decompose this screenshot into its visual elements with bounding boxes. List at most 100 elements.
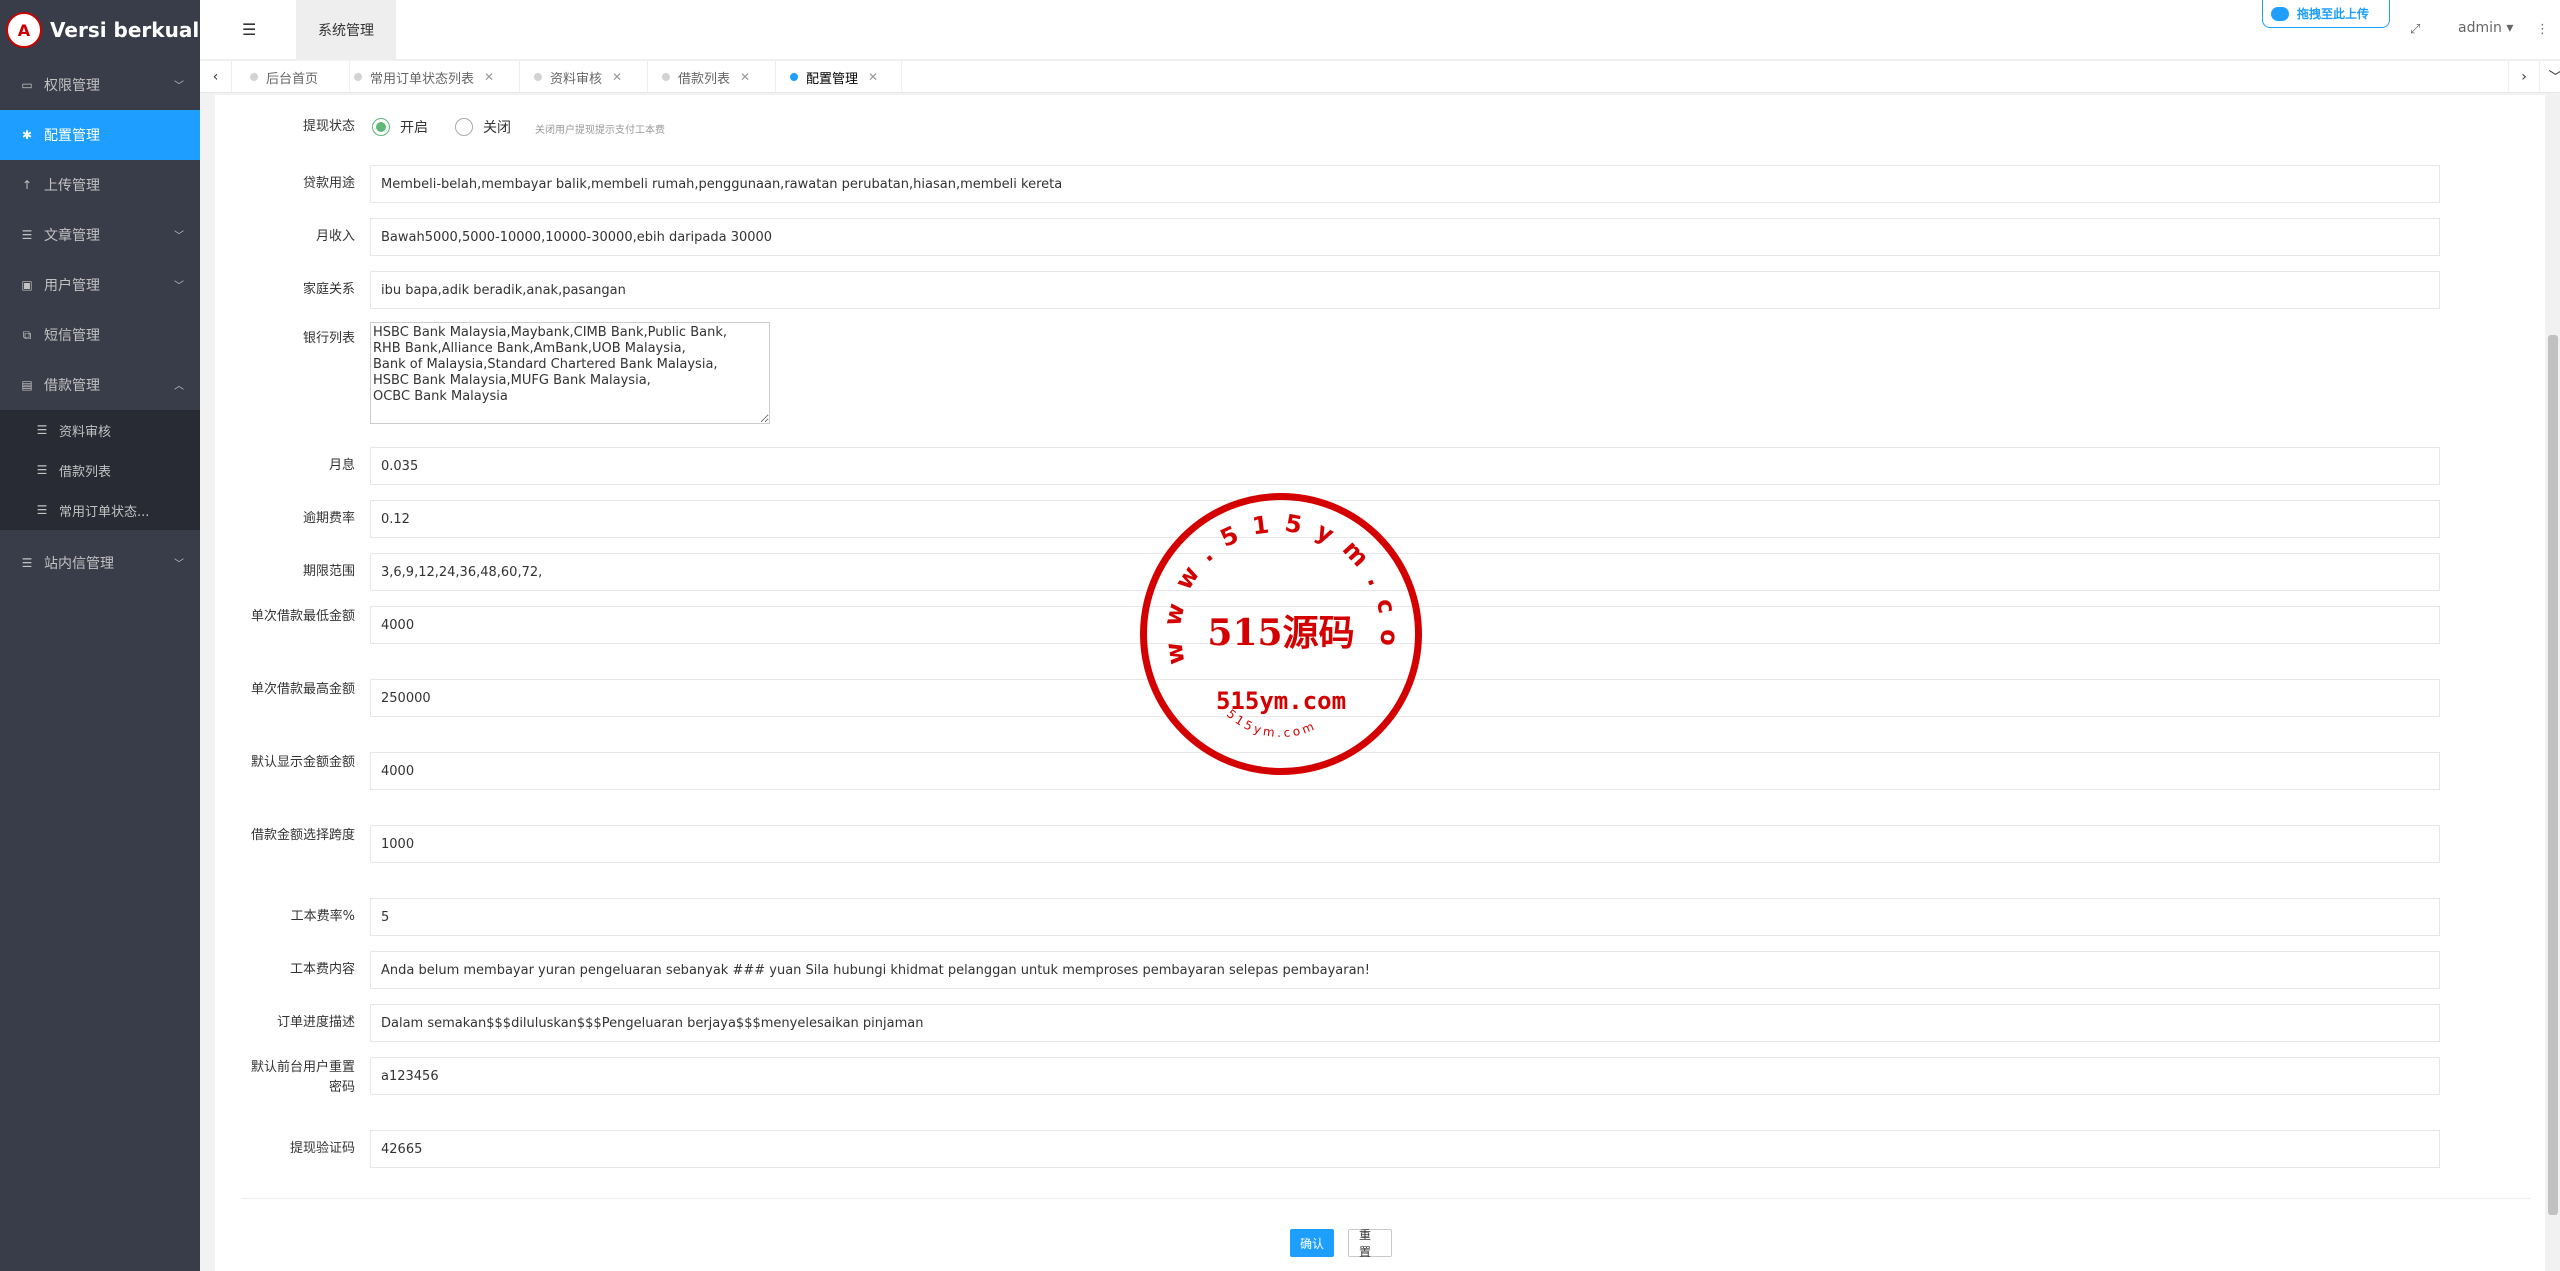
sidebar-subitem-label: 借款列表 <box>59 464 112 480</box>
monthly-interest-input[interactable] <box>370 447 2440 485</box>
reset-password-input[interactable] <box>370 1057 2440 1095</box>
tab-home[interactable]: 后台首页 <box>250 61 350 93</box>
sidebar-subitem-order-status[interactable]: ☰ 常用订单状态... <box>0 490 200 530</box>
withdraw-hint: 关闭用户提现提示支付工本费 <box>535 125 665 136</box>
tab-label: 配置管理 <box>806 71 859 87</box>
list-icon: ☰ <box>36 423 48 437</box>
field-label: 贷款用途 <box>302 176 355 191</box>
chevron-right-icon[interactable]: › <box>2508 61 2540 93</box>
field-label: 单次借款最高金额 <box>250 682 355 697</box>
tab-dot <box>790 73 798 81</box>
username: admin <box>2458 20 2502 36</box>
confirm-button[interactable]: 确认 <box>1290 1229 1334 1257</box>
tab-review[interactable]: 资料审核 ✕ <box>520 61 648 93</box>
sidebar-item-loans[interactable]: ▤ 借款管理 ︿ <box>0 360 200 410</box>
radio-disable[interactable]: 关闭 <box>455 117 511 137</box>
close-icon[interactable]: ✕ <box>740 70 750 84</box>
close-icon[interactable]: ✕ <box>484 70 494 84</box>
sidebar-subitem-loan-list[interactable]: ☰ 借款列表 <box>0 450 200 490</box>
family-relation-input[interactable] <box>370 271 2440 309</box>
field-label: 银行列表 <box>302 331 355 346</box>
upload-label: 拖拽至此上传 <box>2297 7 2370 21</box>
logo-icon: A <box>6 12 42 48</box>
form-row-withdraw-status: 提现状态 开启 关闭 关闭用户提现提示支付工本费 <box>215 117 2545 147</box>
header-tab-system[interactable]: 系统管理 <box>296 0 396 60</box>
field-label: 默认显示金额金额 <box>250 755 355 770</box>
watermark-stamp: www.515ym.com 515源码 515ym.com 515ym.com <box>1140 493 1422 775</box>
field-label: 订单进度描述 <box>276 1015 355 1030</box>
laptop-icon: ▭ <box>21 78 33 92</box>
scrollbar-thumb[interactable] <box>2548 335 2558 1215</box>
field-label: 借款金额选择跨度 <box>250 828 355 843</box>
logo-text: A <box>17 20 31 40</box>
close-icon[interactable]: ✕ <box>612 70 622 84</box>
reset-button[interactable]: 重置 <box>1348 1228 1392 1259</box>
user-card-icon: ▣ <box>21 278 33 292</box>
radio-enable[interactable]: 开启 <box>372 117 428 137</box>
drag-upload-badge[interactable]: 拖拽至此上传 <box>2262 0 2390 28</box>
chevron-down-icon: ﹀ <box>174 231 184 242</box>
tab-dot <box>534 73 542 81</box>
fullscreen-icon[interactable]: ⤢ <box>2410 22 2420 37</box>
sidebar-item-label: 用户管理 <box>44 278 100 294</box>
more-icon[interactable]: ⋮ <box>2536 22 2549 37</box>
form-divider <box>241 1198 2531 1199</box>
watermark-svg: www.515ym.com 515源码 515ym.com 515ym.com <box>1140 493 1390 740</box>
tab-order-status[interactable]: 常用订单状态列表 ✕ <box>350 61 520 93</box>
cloud-icon <box>2271 6 2289 21</box>
tab-dot <box>662 73 670 81</box>
arrow-up-icon: ↑ <box>21 178 33 192</box>
field-label: 月息 <box>328 458 355 473</box>
sidebar-subitem-label: 常用订单状态... <box>59 504 150 520</box>
chevron-down-icon[interactable]: ﹀ <box>2540 61 2560 93</box>
list-icon: ☰ <box>21 228 33 242</box>
sidebar-item-upload[interactable]: ↑ 上传管理 <box>0 160 200 210</box>
bank-list-textarea[interactable]: HSBC Bank Malaysia,Maybank,CIMB Bank,Pub… <box>370 322 770 424</box>
chevron-down-icon: ﹀ <box>174 281 184 292</box>
sidebar-subnav-loans: ☰ 资料审核 ☰ 借款列表 ☰ 常用订单状态... <box>0 410 200 530</box>
loan-purpose-input[interactable] <box>370 165 2440 203</box>
user-menu[interactable]: admin ▾ <box>2458 20 2513 36</box>
fee-rate-input[interactable] <box>370 898 2440 936</box>
page-tabs: ‹ 后台首页 常用订单状态列表 ✕ 资料审核 ✕ 借款列表 ✕ 配置管理 ✕ ›… <box>200 61 2560 93</box>
menu-toggle-icon[interactable]: ☰ <box>242 20 256 39</box>
tab-label: 借款列表 <box>678 71 731 87</box>
sidebar-subitem-review[interactable]: ☰ 资料审核 <box>0 410 200 450</box>
tab-config[interactable]: 配置管理 ✕ <box>776 61 902 93</box>
tab-dot <box>354 73 362 81</box>
chevron-down-icon: ﹀ <box>174 559 184 570</box>
monthly-income-input[interactable] <box>370 218 2440 256</box>
page-scrollbar[interactable] <box>2546 95 2560 1271</box>
tab-label: 资料审核 <box>550 71 603 87</box>
logo-area: A Versi berkualiti <box>0 0 200 60</box>
fee-content-input[interactable] <box>370 951 2440 989</box>
field-label: 工本费率% <box>290 909 355 924</box>
sidebar-item-label: 上传管理 <box>44 178 100 194</box>
field-label: 工本费内容 <box>289 962 355 977</box>
sidebar-item-permissions[interactable]: ▭ 权限管理 ﹀ <box>0 60 200 110</box>
sidebar-item-users[interactable]: ▣ 用户管理 ﹀ <box>0 260 200 310</box>
sidebar-item-config[interactable]: ✱ 配置管理 <box>0 110 200 160</box>
sidebar: A Versi berkualiti ▭ 权限管理 ﹀ ✱ 配置管理 ↑ 上传管… <box>0 0 200 1271</box>
radio-label: 开启 <box>400 120 428 136</box>
tab-dot <box>250 73 258 81</box>
sidebar-item-label: 借款管理 <box>44 378 100 394</box>
tab-loan-list[interactable]: 借款列表 ✕ <box>648 61 776 93</box>
field-label: 家庭关系 <box>302 282 355 297</box>
chevron-up-icon: ︿ <box>174 381 184 392</box>
field-label: 单次借款最低金额 <box>250 609 355 624</box>
withdraw-code-input[interactable] <box>370 1130 2440 1168</box>
field-label: 期限范围 <box>302 564 355 579</box>
sidebar-item-sms[interactable]: ⧉ 短信管理 <box>0 310 200 360</box>
close-icon[interactable]: ✕ <box>868 70 878 84</box>
sidebar-subitem-label: 资料审核 <box>59 424 112 440</box>
amount-step-input[interactable] <box>370 825 2440 863</box>
sidebar-item-articles[interactable]: ☰ 文章管理 ﹀ <box>0 210 200 260</box>
radio-circle <box>372 118 390 136</box>
radio-label: 关闭 <box>483 120 511 136</box>
watermark-center-text: 515源码 <box>1207 612 1354 654</box>
chevron-left-icon[interactable]: ‹ <box>200 61 232 93</box>
order-progress-input[interactable] <box>370 1004 2440 1042</box>
list-icon: ☰ <box>36 503 48 517</box>
sidebar-item-messages[interactable]: ☰ 站内信管理 ﹀ <box>0 538 200 588</box>
